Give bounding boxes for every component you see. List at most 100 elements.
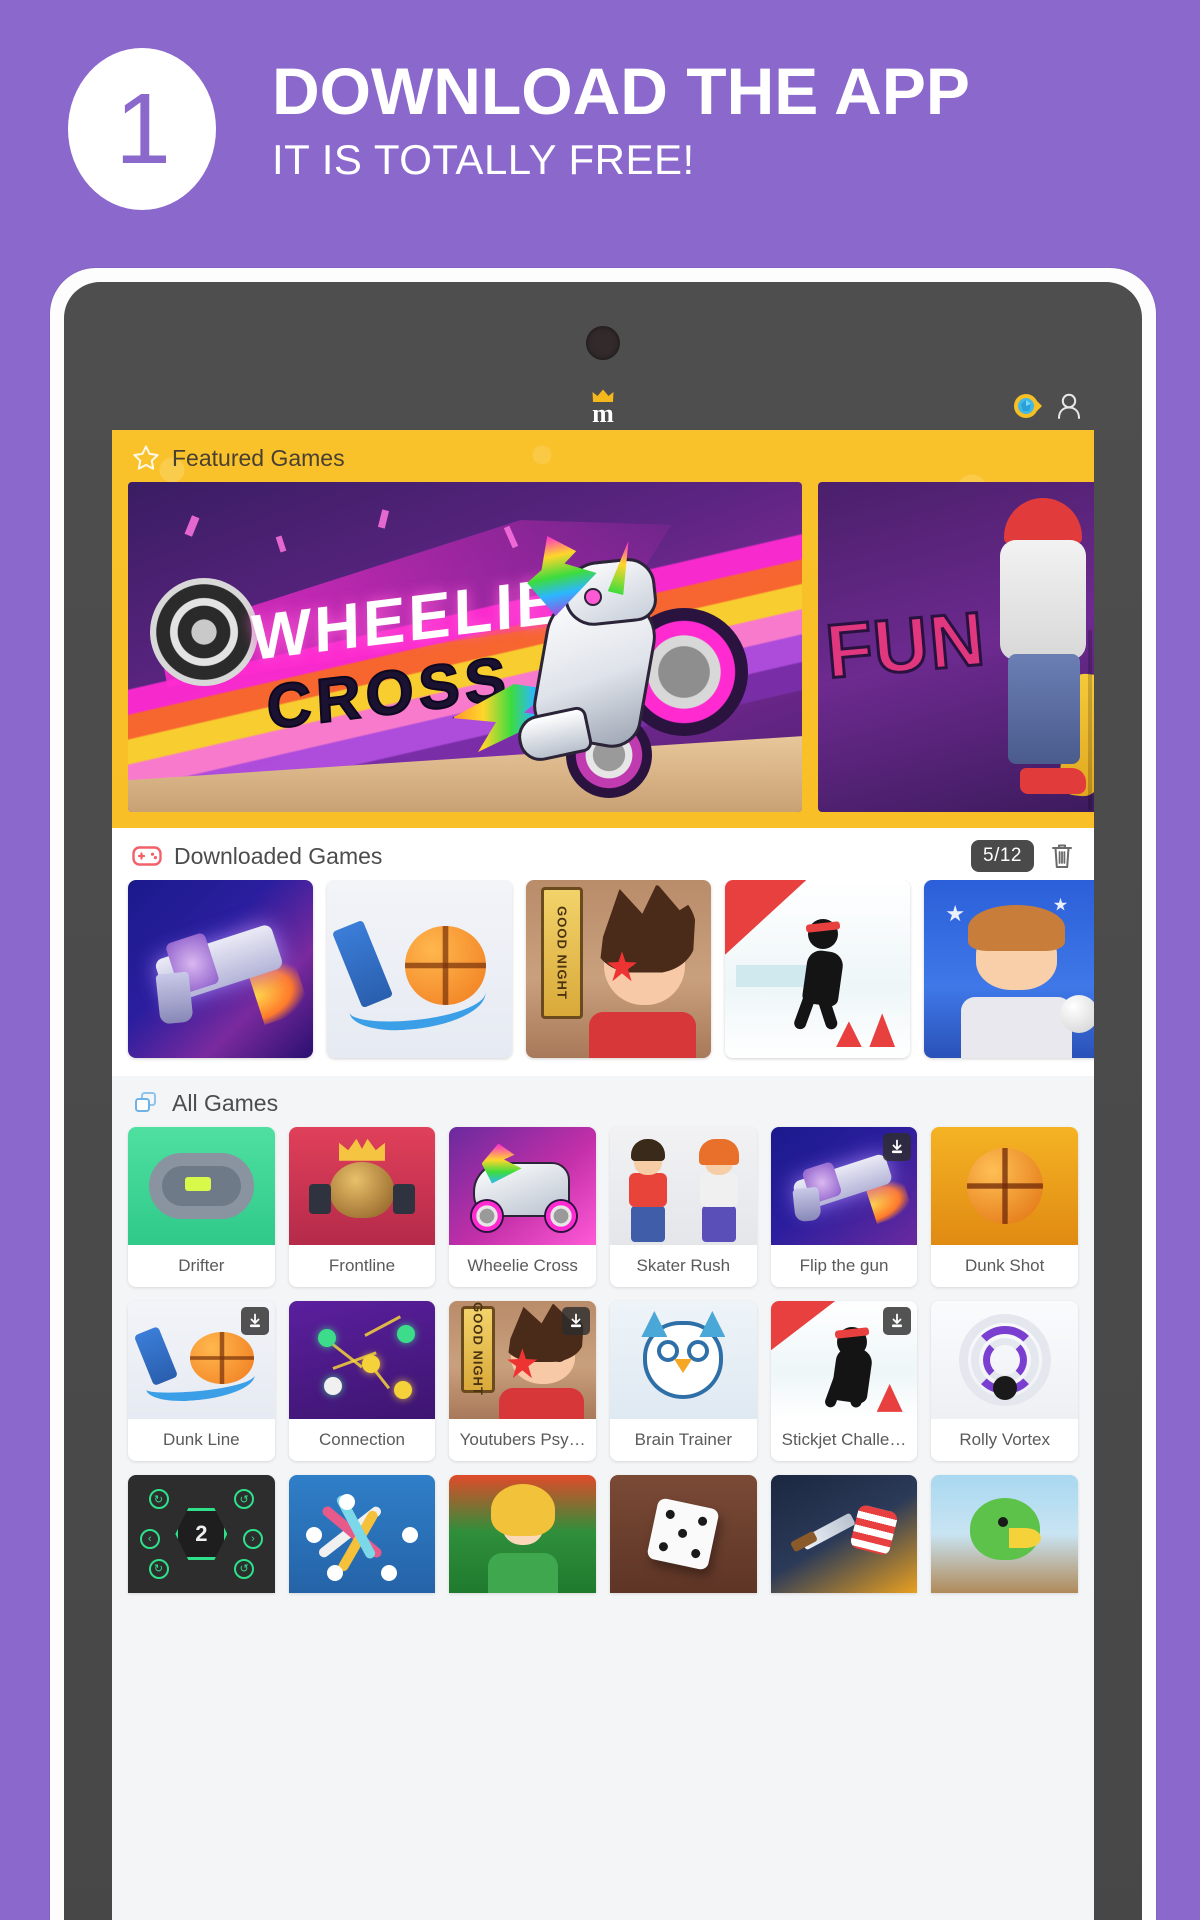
game-card-frontline[interactable]: Frontline bbox=[288, 1127, 436, 1287]
car bbox=[185, 1176, 212, 1191]
game-label: Flip the gun bbox=[799, 1256, 889, 1275]
ball bbox=[1059, 995, 1094, 1034]
platform-strip bbox=[736, 965, 814, 987]
downloaded-tile-dunk-line[interactable] bbox=[327, 880, 512, 1058]
owl-graphic bbox=[641, 1311, 726, 1399]
game-art bbox=[770, 1127, 918, 1245]
game-card-knife-hit[interactable] bbox=[770, 1475, 918, 1593]
dice-pip bbox=[665, 1509, 676, 1520]
downloaded-tile-stickjet-challenge[interactable] bbox=[725, 880, 910, 1058]
star-decoration bbox=[946, 904, 964, 922]
downloaded-tile-flip-the-gun[interactable] bbox=[128, 880, 313, 1058]
stick-cap bbox=[326, 1565, 343, 1582]
red-shirt bbox=[499, 1388, 585, 1419]
game-label: Youtubers Psy… bbox=[459, 1430, 586, 1449]
game-card-brain-trainer[interactable]: Brain Trainer bbox=[610, 1301, 757, 1461]
step-number-badge: 1 bbox=[68, 48, 216, 210]
tablet-device-frame: m Featured Games WHEELIE CROSS FUN Downl… bbox=[50, 268, 1156, 1920]
game-card-stickjet-challenge[interactable]: Stickjet Challe… bbox=[770, 1301, 918, 1461]
wheel bbox=[544, 1199, 579, 1234]
download-icon bbox=[249, 1313, 260, 1328]
game-label: Brain Trainer bbox=[634, 1430, 732, 1449]
game-card-duck[interactable] bbox=[931, 1475, 1078, 1593]
game-art bbox=[610, 1475, 757, 1593]
star-decoration bbox=[1053, 897, 1068, 911]
arm bbox=[392, 1183, 415, 1214]
game-art bbox=[288, 1301, 436, 1419]
character-head bbox=[329, 1162, 394, 1219]
dress bbox=[487, 1553, 558, 1593]
hex-node: ↻ bbox=[148, 1558, 169, 1579]
owl-beak bbox=[674, 1358, 693, 1373]
brand-logo[interactable]: m bbox=[585, 387, 621, 428]
shirt bbox=[699, 1173, 738, 1208]
scrollbar[interactable] bbox=[1088, 630, 1092, 810]
game-card-connection[interactable]: Connection bbox=[288, 1301, 436, 1461]
crown-icon bbox=[338, 1138, 385, 1161]
game-card-sticks[interactable] bbox=[288, 1475, 436, 1593]
downloaded-tile-youtubers-psycho[interactable]: GOOD NIGHT bbox=[526, 880, 711, 1058]
game-card-dunk-shot[interactable]: Dunk Shot bbox=[931, 1127, 1078, 1287]
dice-pip bbox=[658, 1541, 670, 1553]
vortex-ball bbox=[992, 1376, 1017, 1401]
sign-text: GOOD NIGHT bbox=[470, 1302, 486, 1397]
game-card-youtubers-psy[interactable]: GOOD NIGHT Youtubers Psy… bbox=[449, 1301, 596, 1461]
duck-eye bbox=[997, 1516, 1008, 1527]
game-label: Stickjet Challe… bbox=[781, 1430, 907, 1449]
featured-games-section: Featured Games WHEELIE CROSS FUN bbox=[112, 430, 1094, 828]
coin-gem-icon[interactable] bbox=[1012, 391, 1042, 421]
sign-board: GOOD NIGHT bbox=[540, 887, 584, 1019]
download-icon bbox=[892, 1313, 903, 1328]
game-card-flip-the-gun[interactable]: Flip the gun bbox=[770, 1127, 918, 1287]
featured-carousel[interactable]: WHEELIE CROSS FUN bbox=[112, 482, 1094, 828]
all-games-grid-row-1: Drifter Frontline Wheelie Cross Skater R… bbox=[112, 1127, 1094, 1301]
hex-core: 2 bbox=[175, 1508, 228, 1560]
game-art bbox=[449, 1127, 596, 1245]
game-card-dice[interactable] bbox=[610, 1475, 757, 1593]
stick-cap bbox=[401, 1526, 418, 1543]
owl-ear bbox=[641, 1311, 668, 1337]
arm bbox=[309, 1183, 332, 1214]
cone-obstacle bbox=[835, 1021, 862, 1048]
promo-subtitle: IT IS TOTALLY FREE! bbox=[272, 136, 695, 183]
featured-banner-fun[interactable]: FUN bbox=[818, 482, 1094, 812]
hair bbox=[698, 1138, 739, 1165]
game-card-hex-puzzle[interactable]: ↻ ↺ ↻ ↺ ‹ › 2 bbox=[128, 1475, 275, 1593]
stick-cap bbox=[338, 1493, 355, 1510]
game-label: Drifter bbox=[178, 1256, 225, 1275]
dice-pip bbox=[690, 1548, 702, 1559]
game-art: GOOD NIGHT bbox=[449, 1301, 596, 1419]
game-card-drifter[interactable]: Drifter bbox=[128, 1127, 275, 1287]
all-games-grid-row-2: Dunk Line Connection GOOD NIGHT Youtuber… bbox=[112, 1301, 1094, 1475]
game-card-rolly-vortex[interactable]: Rolly Vortex bbox=[931, 1301, 1078, 1461]
downloaded-games-row[interactable]: GOOD NIGHT bbox=[112, 880, 1094, 1068]
game-card-wheelie-cross[interactable]: Wheelie Cross bbox=[449, 1127, 596, 1287]
skater-graphic bbox=[960, 498, 1094, 798]
pants bbox=[631, 1205, 666, 1242]
topbar-actions bbox=[1012, 391, 1082, 421]
all-games-section: All Games Drifter Frontline Wheelie Cros… bbox=[112, 1076, 1094, 1593]
pants bbox=[701, 1205, 736, 1242]
trash-icon[interactable] bbox=[1050, 842, 1074, 870]
game-card-skater-rush[interactable]: Skater Rush bbox=[610, 1127, 757, 1287]
legs bbox=[1008, 654, 1080, 764]
duck-body bbox=[969, 1498, 1041, 1561]
owl-ear bbox=[699, 1311, 726, 1337]
game-art bbox=[770, 1475, 918, 1593]
boy-character bbox=[616, 1136, 681, 1245]
hex-node: ↺ bbox=[234, 1489, 255, 1510]
download-icon bbox=[892, 1139, 903, 1154]
cone-obstacle bbox=[869, 1013, 896, 1048]
game-label: Skater Rush bbox=[636, 1256, 731, 1275]
game-card-dunk-line[interactable]: Dunk Line bbox=[128, 1301, 275, 1461]
game-art bbox=[288, 1475, 436, 1593]
character-hair bbox=[968, 904, 1065, 952]
brand-letter: m bbox=[592, 398, 614, 428]
user-account-icon[interactable] bbox=[1056, 392, 1082, 420]
game-card-princess[interactable] bbox=[449, 1475, 596, 1593]
downloaded-tile-boy-game[interactable] bbox=[924, 880, 1094, 1058]
red-corner bbox=[770, 1301, 836, 1351]
step-number: 1 bbox=[115, 73, 171, 185]
featured-banner-wheelie-cross[interactable]: WHEELIE CROSS bbox=[128, 482, 802, 812]
game-label: Wheelie Cross bbox=[467, 1256, 578, 1275]
